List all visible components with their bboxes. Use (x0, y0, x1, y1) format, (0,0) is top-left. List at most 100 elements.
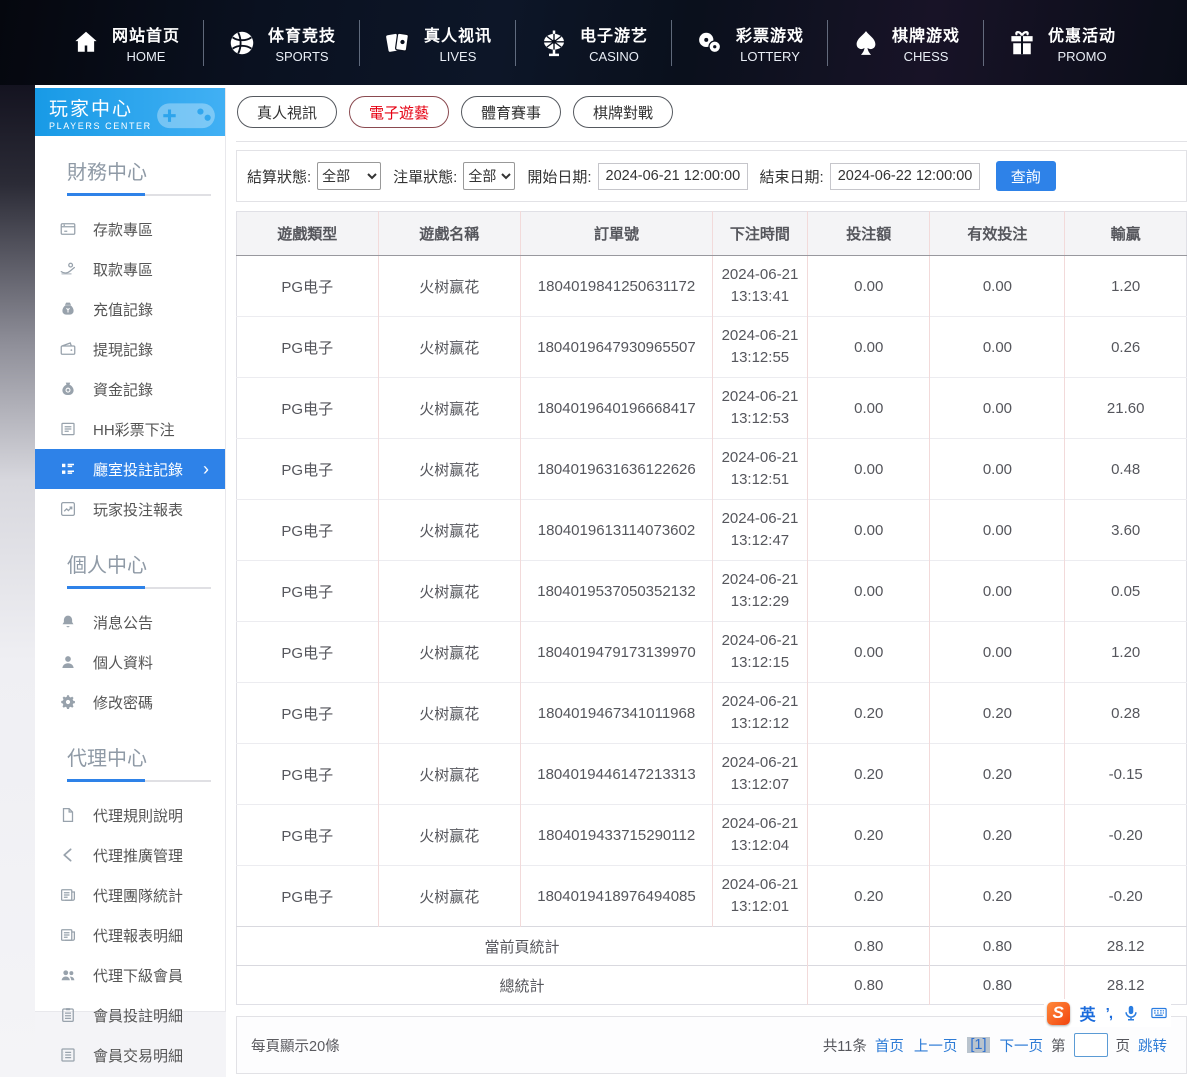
table-cell: PG电子 (237, 622, 379, 683)
table-cell: PG电子 (237, 256, 379, 317)
sidebar-item-廳室投註記錄[interactable]: 廳室投註記錄› (35, 449, 225, 489)
table-cell: 0.00 (807, 561, 930, 622)
first-page-link[interactable]: 首页 (875, 1035, 904, 1056)
settle-status-label: 結算狀態: (247, 166, 311, 187)
next-page-link[interactable]: 下一页 (1000, 1035, 1044, 1056)
table-cell: 1804019467341011968 (521, 683, 713, 744)
end-date-input[interactable] (830, 163, 980, 190)
summary-value: 0.80 (930, 927, 1065, 966)
table-cell: 0.20 (807, 866, 930, 927)
table-cell: 1804019418976494085 (521, 866, 713, 927)
nav-item-lives[interactable]: 真人视讯LIVES (360, 22, 515, 64)
end-date-label: 結束日期: (760, 166, 824, 187)
sidebar-item-資金記錄[interactable]: 資金記錄 (35, 369, 225, 409)
bell-icon (59, 613, 77, 631)
start-date-label: 開始日期: (527, 166, 591, 187)
sidebar-item-代理下級會員[interactable]: 代理下級會員 (35, 955, 225, 995)
tab-電子遊藝[interactable]: 電子遊藝 (349, 96, 449, 128)
ime-punctuation-toggle[interactable]: ’, (1106, 1005, 1112, 1022)
tab-體育賽事[interactable]: 體育賽事 (461, 96, 561, 128)
table-cell: 0.26 (1065, 317, 1187, 378)
sidebar-item-label: 個人資料 (93, 652, 153, 673)
sidebar-item-label: 取款專區 (93, 259, 153, 280)
microphone-icon[interactable] (1122, 1004, 1140, 1022)
sidebar: 玩家中心 PLAYERS CENTER 財務中心存款專區取款專區充值記錄提現記錄… (35, 88, 226, 1012)
settle-status-select[interactable]: 全部 (317, 162, 381, 190)
search-button[interactable]: 查詢 (996, 161, 1056, 191)
sidebar-item-代理推廣管理[interactable]: 代理推廣管理 (35, 835, 225, 875)
table-cell: 1804019640196668417 (521, 378, 713, 439)
page-size-label: 每頁顯示20條 (251, 1035, 340, 1056)
keyboard-icon[interactable] (1150, 1004, 1168, 1022)
spade-icon (851, 28, 881, 58)
jump-page-input[interactable] (1074, 1033, 1108, 1057)
sidebar-item-存款專區[interactable]: 存款專區 (35, 209, 225, 249)
sidebar-item-label: 會員交易明細 (93, 1045, 183, 1066)
tab-真人視訊[interactable]: 真人視訊 (237, 96, 337, 128)
sidebar-item-修改密碼[interactable]: 修改密碼 (35, 682, 225, 722)
nav-item-sports[interactable]: 体育竞技SPORTS (204, 22, 359, 64)
table-cell: 火树赢花 (378, 683, 521, 744)
table-cell: 0.20 (807, 805, 930, 866)
nav-item-label: 彩票游戏LOTTERY (736, 22, 804, 64)
nav-item-casino[interactable]: 电子游艺CASINO (516, 22, 671, 64)
sidebar-item-代理團隊統計[interactable]: 代理團隊統計 (35, 875, 225, 915)
gamepad-icon (153, 93, 219, 133)
bet-records-table: 遊戲類型遊戲名稱訂單號下注時間投注額有效投注輸贏 PG电子火树赢花1804019… (236, 211, 1187, 1005)
order-status-select[interactable]: 全部 (463, 162, 515, 190)
bet-time-cell: 2024-06-2113:12:04 (712, 805, 807, 866)
sogou-logo-icon[interactable]: S (1047, 1002, 1070, 1025)
table-cell: 0.05 (1065, 561, 1187, 622)
list-form-icon (59, 420, 77, 438)
table-header-row: 遊戲類型遊戲名稱訂單號下注時間投注額有效投注輸贏 (237, 212, 1187, 256)
table-cell: 0.00 (930, 378, 1065, 439)
table-cell: -0.20 (1065, 866, 1187, 927)
ime-toolbar: S 英 ’, (1044, 999, 1171, 1027)
nav-item-label: 真人视讯LIVES (424, 22, 492, 64)
table-cell: PG电子 (237, 683, 379, 744)
sidebar-item-提現記錄[interactable]: 提現記錄 (35, 329, 225, 369)
start-date-input[interactable] (598, 163, 748, 190)
sidebar-item-消息公告[interactable]: 消息公告 (35, 602, 225, 642)
nav-item-label: 体育竞技SPORTS (268, 22, 336, 64)
column-header: 投注額 (807, 212, 930, 256)
sidebar-item-代理規則說明[interactable]: 代理規則說明 (35, 795, 225, 835)
nav-item-chess[interactable]: 棋牌游戏CHESS (828, 22, 983, 64)
table-cell: 火树赢花 (378, 256, 521, 317)
table-cell: 0.00 (807, 378, 930, 439)
sidebar-item-取款專區[interactable]: 取款專區 (35, 249, 225, 289)
sidebar-sections: 財務中心存款專區取款專區充值記錄提現記錄資金記錄HH彩票下注廳室投註記錄›玩家投… (35, 156, 225, 1075)
column-header: 有效投注 (930, 212, 1065, 256)
sidebar-item-充值記錄[interactable]: 充值記錄 (35, 289, 225, 329)
table-cell: 火树赢花 (378, 744, 521, 805)
table-cell: 0.20 (930, 683, 1065, 744)
nav-item-lottery[interactable]: 彩票游戏LOTTERY (672, 22, 827, 64)
person-icon (59, 653, 77, 671)
sidebar-item-會員投註明細[interactable]: 會員投註明細 (35, 995, 225, 1035)
sidebar-item-玩家投注報表[interactable]: 玩家投注報表 (35, 489, 225, 529)
table-cell: 0.20 (930, 805, 1065, 866)
column-header: 遊戲名稱 (378, 212, 521, 256)
jump-prefix-label: 第 (1051, 1035, 1066, 1056)
table-cell: 0.00 (930, 256, 1065, 317)
sidebar-item-會員交易明細[interactable]: 會員交易明細 (35, 1035, 225, 1075)
tab-棋牌對戰[interactable]: 棋牌對戰 (573, 96, 673, 128)
jump-link[interactable]: 跳转 (1138, 1035, 1167, 1056)
nav-item-promo[interactable]: 优惠活动PROMO (984, 22, 1139, 64)
gift-icon (1007, 28, 1037, 58)
sidebar-section-title: 財務中心 (67, 156, 225, 185)
nav-item-home[interactable]: 网站首页HOME (48, 22, 203, 64)
table-cell: 0.48 (1065, 439, 1187, 500)
nav-item-label: 棋牌游戏CHESS (892, 22, 960, 64)
chevron-right-icon: › (203, 460, 209, 478)
table-row: PG电子火树赢花18040198412506311722024-06-2113:… (237, 256, 1187, 317)
sidebar-item-代理報表明細[interactable]: 代理報表明細 (35, 915, 225, 955)
prev-page-link[interactable]: 上一页 (914, 1035, 958, 1056)
table-cell: 1804019479173139970 (521, 622, 713, 683)
bet-time-cell: 2024-06-2113:12:01 (712, 866, 807, 927)
bet-time-cell: 2024-06-2113:12:55 (712, 317, 807, 378)
ime-language-toggle[interactable]: 英 (1080, 1001, 1096, 1025)
table-cell: 0.20 (930, 744, 1065, 805)
sidebar-item-HH彩票下注[interactable]: HH彩票下注 (35, 409, 225, 449)
sidebar-item-個人資料[interactable]: 個人資料 (35, 642, 225, 682)
